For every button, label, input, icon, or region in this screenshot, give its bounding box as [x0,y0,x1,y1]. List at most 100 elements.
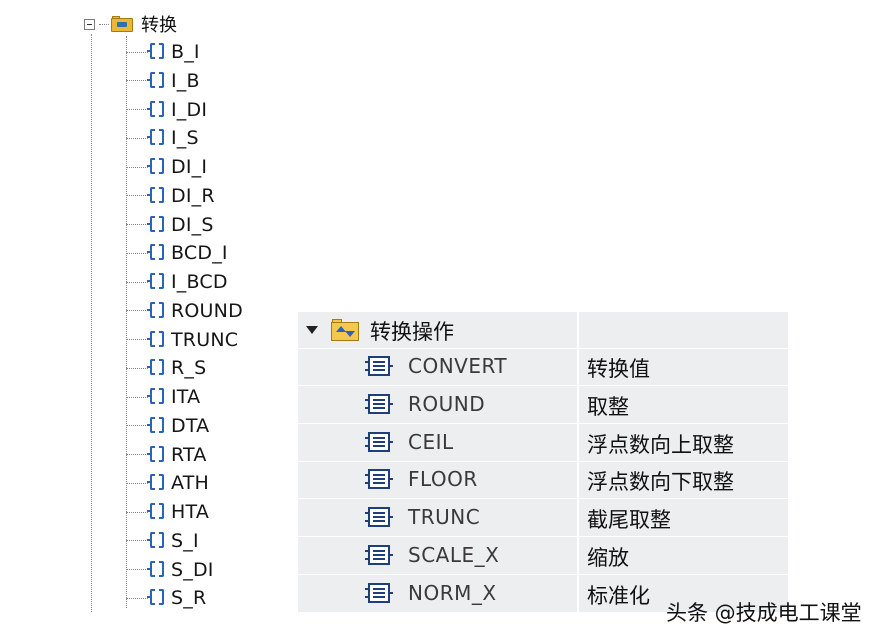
tree-item-label: DI_R [171,184,215,207]
instruction-block-icon [147,588,164,608]
tree-connector [126,367,148,369]
function-box-icon [365,545,393,565]
tree-connector [126,310,148,312]
instruction-block-icon [147,560,164,580]
tree-item[interactable]: R_S [126,356,206,380]
instruction-description: 浮点数向下取整 [587,470,734,495]
instruction-name: NORM_X [408,580,497,605]
instruction-name: CONVERT [408,354,508,378]
name-cell: CONVERT [298,348,579,385]
tree-item-label: ATH [171,472,210,495]
instruction-block-icon [147,272,164,292]
table-row[interactable]: CEIL 浮点数向上取整 [298,423,788,462]
tree-item-label: DI_S [171,213,214,236]
table-row[interactable]: SCALE_X 缩放 [298,537,788,575]
instruction-tree: 转换 B_I I_B I_DI I_S DI_I DI_R DI_S BCD_I I_BCD RO… [0,0,300,644]
instruction-block-icon [147,416,164,436]
table-row[interactable]: TRUNC 截尾取整 [298,499,788,538]
function-box-icon [365,582,393,603]
tree-item[interactable]: S_R [126,586,206,610]
tree-item[interactable]: ROUND [126,299,243,323]
function-box-icon [365,507,393,528]
tree-item[interactable]: DI_I [126,155,207,179]
tree-item[interactable]: S_I [126,529,199,553]
expand-caret-icon[interactable] [306,326,318,334]
folder-icon [111,16,133,32]
tree-connector [126,252,148,254]
tree-item[interactable]: I_DI [126,98,207,122]
function-box-icon [365,469,393,490]
tree-connector [126,339,148,340]
table-group-header[interactable]: 转换操作 [298,312,788,349]
tree-connector [126,195,148,197]
instruction-block-icon [147,502,164,522]
tree-item-label: I_B [171,69,200,92]
name-cell: FLOOR [298,461,579,499]
instruction-description: 浮点数向上取整 [587,432,734,457]
tree-item[interactable]: HTA [126,500,209,524]
tree-item-label: DTA [171,414,210,437]
name-cell: SCALE_X [298,537,579,574]
tree-item[interactable]: I_BCD [126,270,228,294]
group-header-label: 转换操作 [370,320,454,344]
instruction-block-icon [147,71,164,91]
table-row[interactable]: FLOOR 浮点数向下取整 [298,461,788,500]
tree-item[interactable]: DI_R [126,184,215,208]
tree-root-label: 转换 [141,15,177,36]
table-row[interactable]: CONVERT 转换值 [298,348,788,386]
tree-item-label: I_BCD [171,271,228,293]
tree-connector [126,224,148,225]
tree-root-conversion[interactable]: 转换 [84,12,177,36]
tree-item-label: I_S [171,127,199,150]
tree-item[interactable]: ATH [126,471,209,495]
instruction-name: SCALE_X [408,543,500,567]
instruction-block-icon [147,445,164,465]
instruction-description: 取整 [587,394,629,419]
tree-item[interactable]: S_DI [126,558,214,582]
tree-item-label: B_I [171,41,200,63]
instruction-description: 转换值 [587,357,650,381]
name-cell: CEIL [298,423,579,461]
tree-item-label: RTA [171,443,207,466]
tree-item-label: R_S [171,357,207,380]
tree-item-label: HTA [171,501,210,523]
tree-item[interactable]: B_I [126,40,200,64]
tree-connector [126,51,148,53]
tree-item[interactable]: BCD_I [126,241,228,265]
tree-item[interactable]: ITA [126,385,200,409]
tree-item-label: ITA [171,386,201,408]
header-name-cell: 转换操作 [298,312,579,348]
tree-connector [126,540,148,542]
tree-item[interactable]: I_B [126,69,200,93]
tree-item-label: S_DI [171,558,214,581]
tree-connector [126,511,148,513]
tree-connector [126,454,148,455]
tree-item-label: S_R [171,587,207,610]
name-cell: NORM_X [298,574,579,612]
name-cell: TRUNC [298,499,579,537]
tree-connector [126,281,148,283]
instruction-block-icon [147,157,164,177]
tree-item[interactable]: RTA [126,443,207,467]
tree-item[interactable]: DI_S [126,213,214,237]
tree-connector [99,23,109,25]
tree-connector [126,425,148,427]
name-cell: ROUND [298,385,579,423]
tree-connector [126,396,148,398]
tree-item-label: S_I [171,529,199,552]
tree-connector [126,482,148,484]
tree-item[interactable]: TRUNC [126,328,238,352]
collapse-icon[interactable] [84,18,95,30]
instruction-name: CEIL [408,429,454,454]
tree-item-label: TRUNC [171,328,239,351]
instruction-description: 标准化 [587,583,650,608]
tree-connector [126,597,148,599]
instruction-name: FLOOR [408,467,478,492]
tree-item[interactable]: I_S [126,126,199,150]
table-row[interactable]: ROUND 取整 [298,385,788,424]
tree-item[interactable]: DTA [126,414,209,438]
tree-root-guide-line [91,34,92,612]
instruction-block-icon [147,243,164,263]
instruction-block-icon [147,215,164,235]
tree-item-label: BCD_I [171,242,228,265]
